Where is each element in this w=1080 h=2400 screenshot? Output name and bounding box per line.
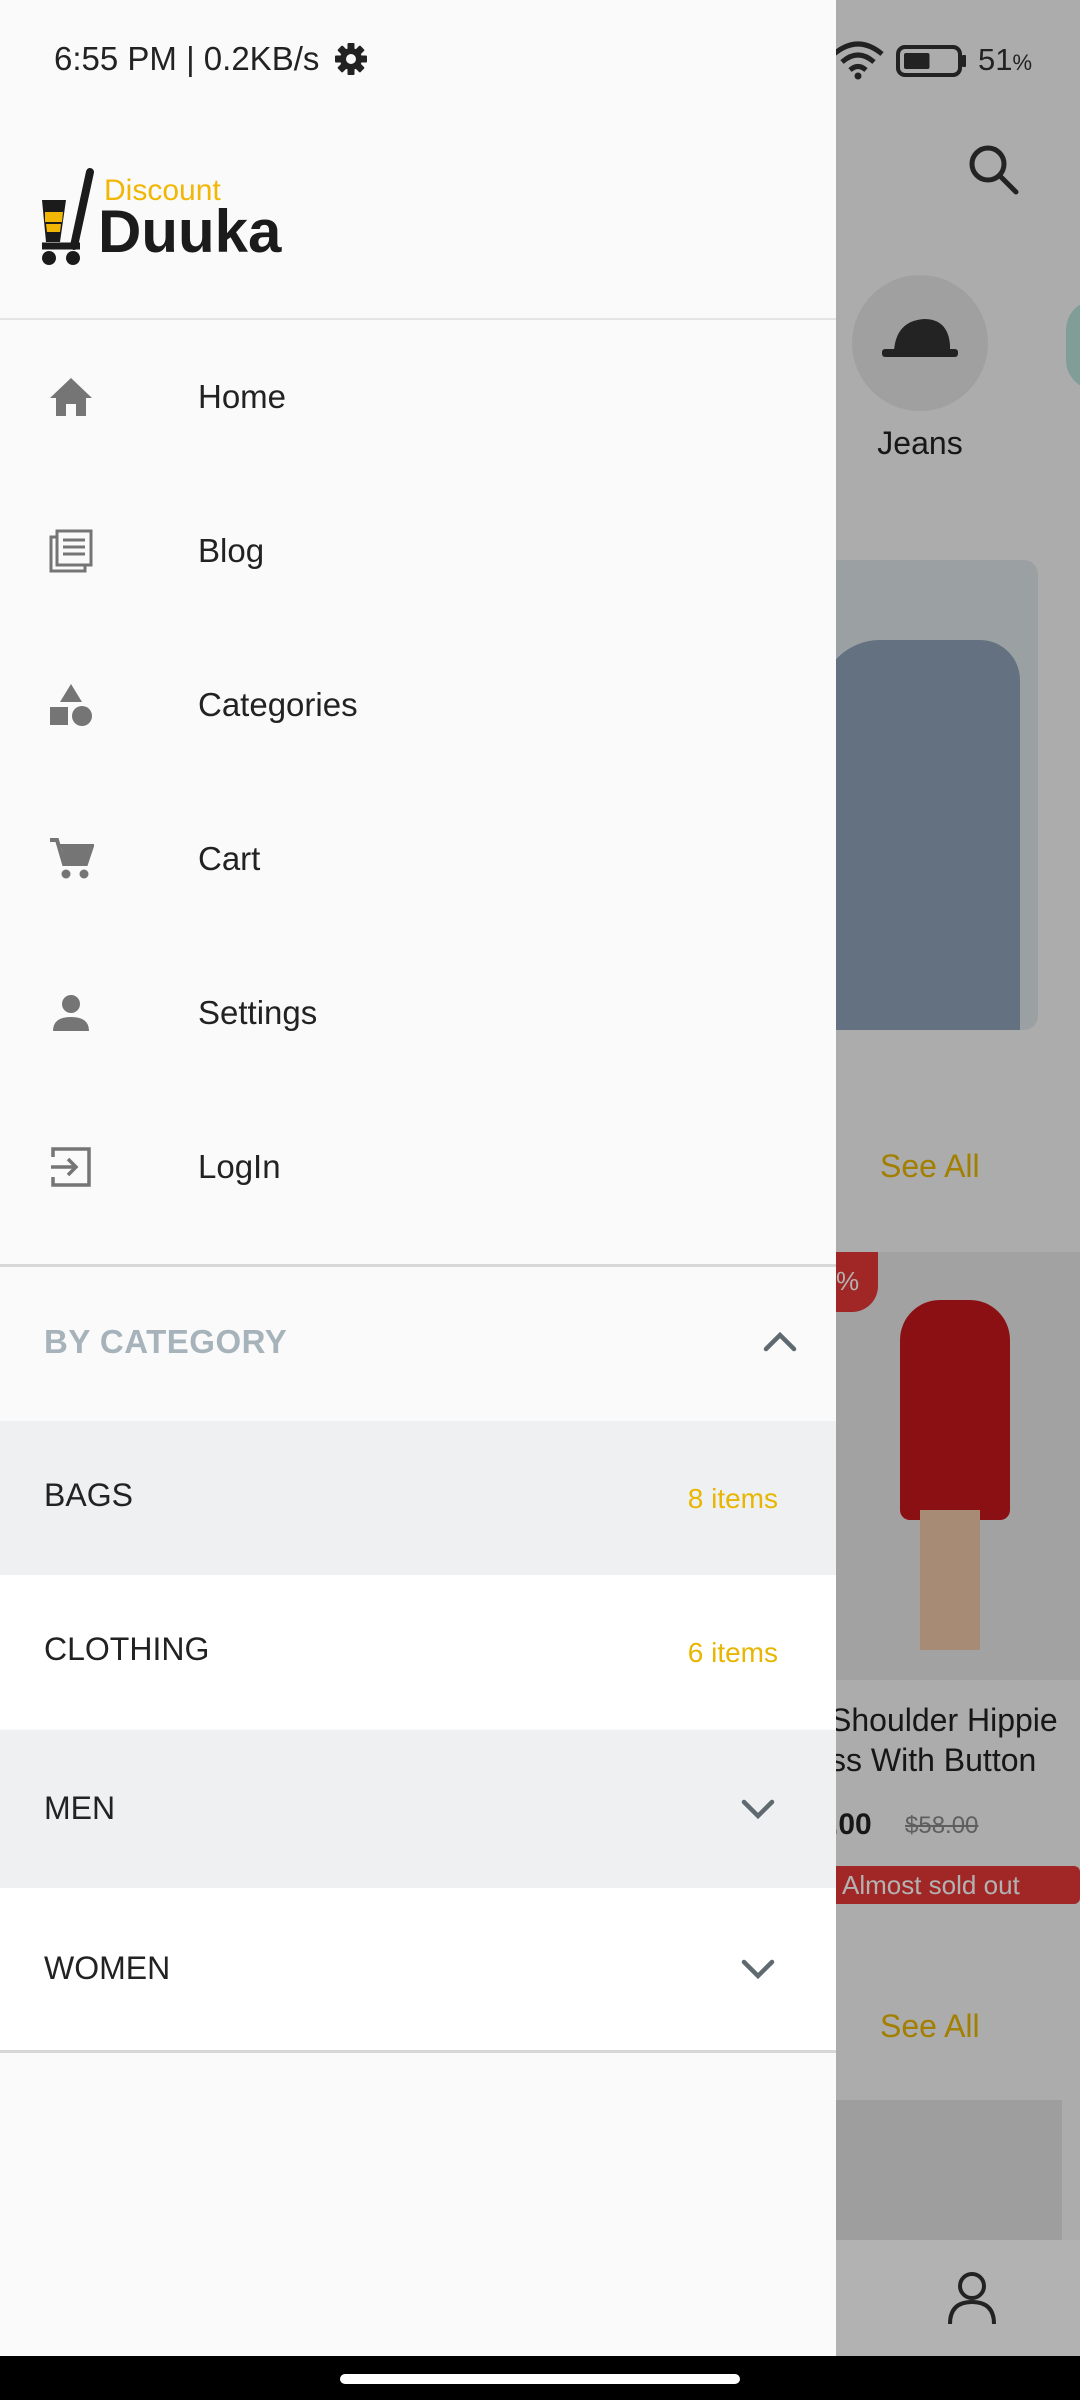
category-label-bags: BAGS bbox=[44, 1477, 133, 1513]
login-icon bbox=[44, 1140, 98, 1194]
by-category-header[interactable]: BY CATEGORY bbox=[0, 1267, 836, 1421]
shapes-icon bbox=[44, 678, 98, 732]
category-row-women[interactable]: WOMEN bbox=[0, 1888, 836, 2050]
menu-item-cart[interactable]: Cart bbox=[0, 782, 836, 936]
menu-label-cart: Cart bbox=[198, 840, 261, 877]
category-row-bags[interactable]: BAGS 8 items bbox=[0, 1421, 836, 1575]
menu-label-login: LogIn bbox=[198, 1148, 281, 1185]
menu-label-categories: Categories bbox=[198, 686, 358, 723]
category-count-clothing: 6 items bbox=[687, 1637, 778, 1668]
category-row-clothing[interactable]: CLOTHING 6 items bbox=[0, 1575, 836, 1729]
chevron-down-icon[interactable] bbox=[738, 1948, 778, 1988]
home-icon bbox=[44, 370, 98, 424]
article-icon bbox=[44, 524, 98, 578]
menu-item-categories[interactable]: Categories bbox=[0, 628, 836, 782]
chevron-up-icon[interactable] bbox=[760, 1321, 800, 1361]
system-navigation-bar bbox=[0, 2356, 1080, 2400]
battery-unit: % bbox=[1012, 50, 1033, 75]
category-label-men: MEN bbox=[44, 1790, 116, 1826]
battery-icon bbox=[896, 45, 966, 77]
status-time: 6:55 PM | 0.2KB/s bbox=[54, 40, 320, 77]
category-label-clothing: CLOTHING bbox=[44, 1631, 210, 1667]
discount-duuka-logo[interactable]: Discount Duuka bbox=[36, 166, 286, 270]
navigation-drawer: 6:55 PM | 0.2KB/s Discount Duuka Home Bl… bbox=[0, 0, 836, 2356]
category-bottom-divider bbox=[0, 2050, 836, 2053]
menu-item-settings[interactable]: Settings bbox=[0, 936, 836, 1090]
category-row-men[interactable]: MEN bbox=[0, 1730, 836, 1888]
chevron-down-icon[interactable] bbox=[738, 1788, 778, 1828]
gesture-handle[interactable] bbox=[340, 2374, 740, 2384]
logo-big-text: Duuka bbox=[98, 198, 282, 265]
person-icon bbox=[44, 986, 98, 1040]
category-label-women: WOMEN bbox=[44, 1950, 171, 1986]
category-count-bags: 8 items bbox=[687, 1483, 778, 1514]
menu-label-blog: Blog bbox=[198, 532, 265, 569]
wifi-icon bbox=[832, 41, 884, 80]
menu-item-blog[interactable]: Blog bbox=[0, 474, 836, 628]
menu-item-login[interactable]: LogIn bbox=[0, 1090, 836, 1244]
status-bar: 6:55 PM | 0.2KB/s bbox=[0, 0, 836, 120]
menu-item-home[interactable]: Home bbox=[0, 320, 836, 474]
battery-value: 51 bbox=[978, 42, 1013, 77]
menu-label-home: Home bbox=[198, 378, 287, 415]
cart-icon bbox=[44, 832, 98, 886]
menu-label-settings: Settings bbox=[198, 994, 318, 1031]
drawer-menu: Home Blog Categories Cart Settings LogIn bbox=[0, 320, 836, 1244]
by-category-title: BY CATEGORY bbox=[44, 1323, 288, 1360]
gear-icon bbox=[335, 43, 367, 75]
battery-percent: 51% bbox=[978, 42, 1032, 78]
